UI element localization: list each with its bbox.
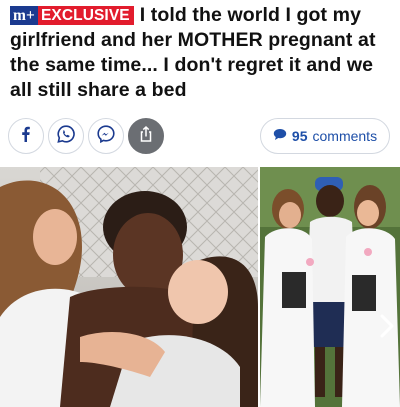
comments-button[interactable]: 95 comments [260, 118, 390, 154]
exclusive-badge: EXCLUSIVE [37, 6, 134, 25]
comments-label: comments [312, 128, 378, 144]
photo-kiss-scene [0, 167, 258, 407]
speech-bubble-icon [273, 128, 287, 144]
article-headline: m+ EXCLUSIVE I told the world I got my gir… [10, 3, 395, 103]
mail-plus-badge: m+ [10, 6, 38, 25]
messenger-share-button[interactable] [88, 118, 124, 154]
messenger-icon [96, 124, 116, 149]
share-bar: 95 comments [0, 115, 400, 157]
facebook-icon [17, 125, 35, 148]
whatsapp-icon [56, 124, 76, 149]
whatsapp-share-button[interactable] [48, 118, 84, 154]
article-photo-main[interactable] [0, 167, 258, 407]
share-button[interactable] [128, 118, 164, 154]
comments-count: 95 [291, 128, 308, 144]
gallery-next-arrow-icon[interactable] [378, 313, 396, 344]
article-photo-side[interactable] [260, 167, 400, 407]
photo-three-people [260, 167, 400, 407]
share-icon [137, 125, 155, 148]
facebook-share-button[interactable] [8, 118, 44, 154]
